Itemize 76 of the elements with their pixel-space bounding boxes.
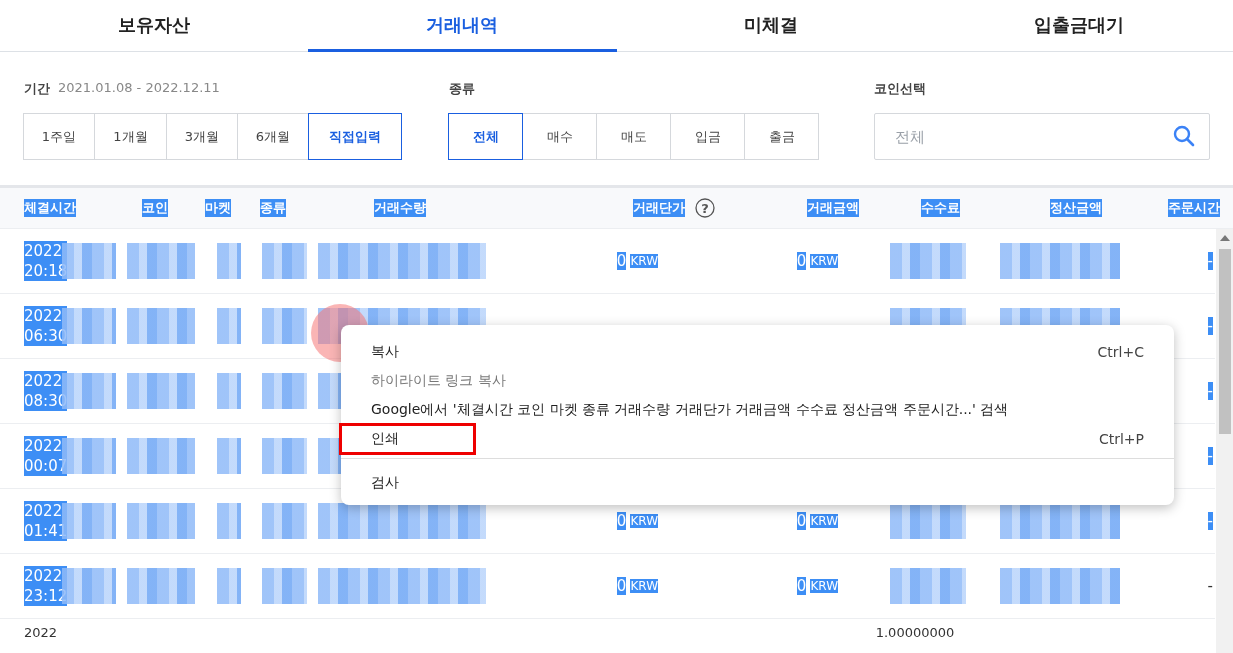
redacted-block	[262, 308, 307, 344]
table-cell: KRW	[810, 579, 838, 593]
period-option[interactable]: 6개월	[237, 113, 309, 160]
type-option[interactable]: 출금	[744, 113, 819, 160]
redacted-block	[262, 438, 307, 474]
redacted-block	[127, 438, 195, 474]
table-cell: 1.00000000	[875, 624, 955, 640]
help-icon[interactable]: ?	[695, 198, 715, 218]
table-cell: 0	[796, 252, 807, 270]
filter-label: 코인선택	[874, 80, 926, 98]
redacted-block	[217, 243, 241, 279]
scroll-up-icon[interactable]	[1219, 235, 1230, 241]
tab[interactable]: 보유자산	[0, 0, 309, 52]
table-cell: KRW	[630, 579, 658, 593]
table-cell: -	[1207, 512, 1213, 530]
date-range: 2021.01.08 - 2022.12.11	[58, 80, 220, 95]
table-cell: 0	[796, 512, 807, 530]
tab[interactable]: 미체결	[616, 0, 925, 52]
period-option[interactable]: 1주일	[23, 113, 95, 160]
trade-time: 2022	[24, 624, 58, 640]
type-option[interactable]: 입금	[670, 113, 745, 160]
table-cell: -	[1207, 252, 1213, 270]
column-header: 수수료	[920, 199, 960, 217]
menu-item[interactable]: 복사 Ctrl+C	[341, 337, 1174, 366]
column-header: 거래단가	[633, 199, 685, 217]
type-option[interactable]: 전체	[448, 113, 523, 160]
period-option[interactable]: 1개월	[94, 113, 167, 160]
redacted-block	[127, 308, 195, 344]
column-header: 코인	[142, 199, 168, 217]
redacted-block	[262, 373, 307, 409]
filter-label: 기간	[24, 80, 50, 98]
filter-label: 종류	[449, 80, 475, 98]
table-cell: -	[1207, 382, 1213, 400]
table-cell: 0	[616, 577, 627, 595]
column-header: 거래수량	[374, 199, 426, 217]
column-header: 주문시간	[1168, 199, 1220, 217]
type-option[interactable]: 매수	[522, 113, 597, 160]
redacted-block	[127, 503, 195, 539]
column-header: 정산금액	[1050, 199, 1102, 217]
redacted-block	[217, 308, 241, 344]
tab[interactable]: 입출금대기	[924, 0, 1233, 52]
redacted-block	[262, 243, 307, 279]
table-cell: KRW	[810, 254, 838, 268]
redacted-block	[217, 373, 241, 409]
table-cell: KRW	[630, 254, 658, 268]
menu-item[interactable]: Google에서 '체결시간 코인 마켓 종류 거래수량 거래단가 거래금액 수수료 정산금액 주문시간...' 검색	[341, 395, 1174, 424]
table-cell: -	[1207, 447, 1213, 465]
period-option[interactable]: 3개월	[166, 113, 238, 160]
redacted-block	[127, 373, 195, 409]
redacted-block	[127, 568, 195, 604]
menu-item[interactable]: 검사	[341, 468, 1174, 497]
redacted-block	[127, 243, 195, 279]
redacted-block	[217, 568, 241, 604]
column-header: 종류	[260, 199, 286, 217]
type-option[interactable]: 매도	[596, 113, 671, 160]
table-cell: 0	[616, 512, 627, 530]
redacted-block	[262, 568, 307, 604]
tab[interactable]: 거래내역	[308, 0, 617, 52]
coin-search-field[interactable]: 전체	[874, 113, 1210, 160]
table-cell: KRW	[810, 514, 838, 528]
redacted-block	[262, 503, 307, 539]
period-option[interactable]: 직접입력	[308, 113, 402, 160]
column-header: 마켓	[205, 199, 231, 217]
table-cell: KRW	[630, 514, 658, 528]
table-cell: 0	[796, 577, 807, 595]
table-cell: -	[1207, 317, 1213, 335]
column-header: 거래금액	[807, 199, 859, 217]
column-header: 체결시간	[24, 199, 76, 217]
table-cell: 0	[616, 252, 627, 270]
scrollbar-thumb[interactable]	[1218, 249, 1231, 434]
redacted-block	[217, 503, 241, 539]
menu-item[interactable]: 인쇄 Ctrl+P	[341, 424, 1174, 453]
redacted-block	[217, 438, 241, 474]
scrollbar[interactable]	[1216, 229, 1233, 653]
search-icon[interactable]	[1172, 124, 1196, 148]
table-cell: -	[1207, 577, 1213, 595]
